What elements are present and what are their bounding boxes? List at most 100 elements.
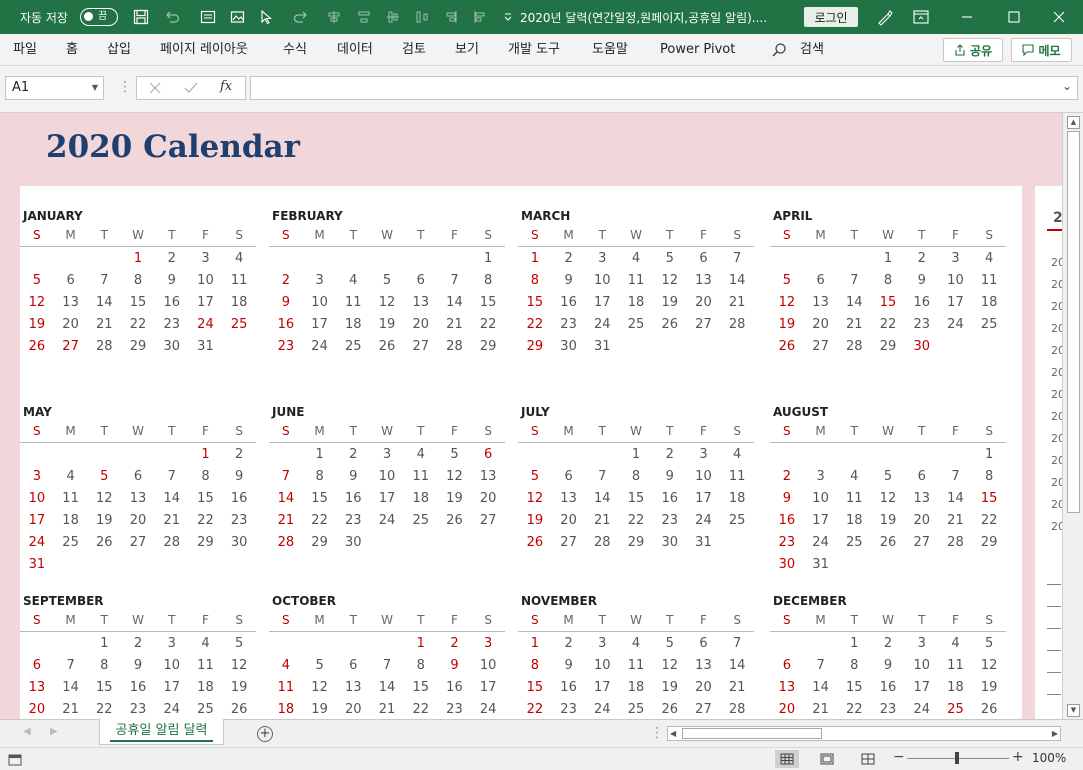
day-cell[interactable]: 18	[720, 488, 754, 510]
day-cell[interactable]: 24	[303, 336, 337, 358]
day-cell[interactable]: 27	[471, 510, 505, 532]
day-cell[interactable]: 6	[687, 248, 721, 270]
menu-insert[interactable]: 삽입	[107, 34, 131, 65]
zoom-level[interactable]: 100%	[1032, 751, 1066, 765]
day-cell[interactable]: 12	[438, 466, 472, 488]
insert-function-icon[interactable]: fx	[220, 79, 232, 94]
day-cell[interactable]: 27	[905, 532, 939, 554]
day-cell[interactable]: 10	[155, 655, 189, 677]
day-cell[interactable]: 5	[770, 270, 804, 292]
day-cell[interactable]: 6	[20, 655, 54, 677]
day-cell[interactable]: 4	[404, 444, 438, 466]
day-cell[interactable]: 9	[269, 292, 303, 314]
day-cell[interactable]: 17	[905, 677, 939, 699]
day-cell[interactable]: 26	[653, 699, 687, 719]
menu-data[interactable]: 데이터	[337, 34, 373, 65]
day-cell[interactable]: 2	[871, 633, 905, 655]
day-cell[interactable]: 15	[518, 292, 552, 314]
day-cell[interactable]: 5	[20, 270, 54, 292]
day-cell[interactable]: 21	[585, 510, 619, 532]
day-cell[interactable]: 16	[653, 488, 687, 510]
day-cell[interactable]: 7	[87, 270, 121, 292]
day-cell[interactable]: 12	[370, 292, 404, 314]
day-cell[interactable]: 22	[471, 314, 505, 336]
menu-power-pivot[interactable]: Power Pivot	[660, 34, 735, 65]
day-cell[interactable]: 11	[404, 466, 438, 488]
day-cell[interactable]: 24	[189, 314, 223, 336]
day-cell[interactable]: 2	[905, 248, 939, 270]
day-cell[interactable]: 16	[552, 677, 586, 699]
day-cell[interactable]: 27	[54, 336, 88, 358]
day-cell[interactable]: 2	[155, 248, 189, 270]
day-cell[interactable]: 9	[653, 466, 687, 488]
day-cell[interactable]: 9	[222, 466, 256, 488]
day-cell[interactable]: 23	[905, 314, 939, 336]
day-cell[interactable]: 29	[619, 532, 653, 554]
day-cell[interactable]: 30	[222, 532, 256, 554]
day-cell[interactable]: 7	[438, 270, 472, 292]
day-cell[interactable]: 8	[121, 270, 155, 292]
day-cell[interactable]: 22	[404, 699, 438, 719]
day-cell[interactable]: 2	[438, 633, 472, 655]
vertical-scrollbar[interactable]: ▲ ▼	[1062, 113, 1083, 719]
day-cell[interactable]: 19	[653, 677, 687, 699]
day-cell[interactable]: 16	[155, 292, 189, 314]
menu-review[interactable]: 검토	[402, 34, 426, 65]
day-cell[interactable]: 18	[222, 292, 256, 314]
day-cell[interactable]: 9	[770, 488, 804, 510]
day-cell[interactable]: 5	[87, 466, 121, 488]
day-cell[interactable]: 16	[552, 292, 586, 314]
day-cell[interactable]: 16	[438, 677, 472, 699]
day-cell[interactable]: 4	[619, 248, 653, 270]
day-cell[interactable]: 21	[804, 699, 838, 719]
day-cell[interactable]: 10	[303, 292, 337, 314]
day-cell[interactable]: 26	[871, 532, 905, 554]
day-cell[interactable]: 27	[121, 532, 155, 554]
day-cell[interactable]: 3	[303, 270, 337, 292]
day-cell[interactable]: 11	[269, 677, 303, 699]
day-cell[interactable]: 20	[687, 292, 721, 314]
day-cell[interactable]: 28	[585, 532, 619, 554]
day-cell[interactable]: 4	[54, 466, 88, 488]
day-cell[interactable]: 13	[471, 466, 505, 488]
day-cell[interactable]: 17	[471, 677, 505, 699]
day-cell[interactable]: 26	[370, 336, 404, 358]
day-cell[interactable]: 14	[269, 488, 303, 510]
day-cell[interactable]: 5	[518, 466, 552, 488]
day-cell[interactable]: 14	[438, 292, 472, 314]
day-cell[interactable]: 8	[87, 655, 121, 677]
day-cell[interactable]: 23	[653, 510, 687, 532]
save-icon[interactable]	[130, 0, 152, 34]
day-cell[interactable]: 18	[54, 510, 88, 532]
day-cell[interactable]: 21	[155, 510, 189, 532]
day-cell[interactable]: 9	[336, 466, 370, 488]
day-cell[interactable]: 16	[121, 677, 155, 699]
day-cell[interactable]: 8	[471, 270, 505, 292]
day-cell[interactable]: 23	[552, 314, 586, 336]
day-cell[interactable]: 14	[585, 488, 619, 510]
search-label[interactable]: 검색	[800, 34, 824, 65]
day-cell[interactable]: 17	[189, 292, 223, 314]
day-cell[interactable]: 6	[404, 270, 438, 292]
day-cell[interactable]: 20	[905, 510, 939, 532]
comments-button[interactable]: 메모	[1011, 38, 1072, 62]
day-cell[interactable]: 18	[269, 699, 303, 719]
day-cell[interactable]: 20	[404, 314, 438, 336]
day-cell[interactable]: 2	[121, 633, 155, 655]
day-cell[interactable]: 6	[687, 633, 721, 655]
day-cell[interactable]: 13	[404, 292, 438, 314]
day-cell[interactable]: 10	[939, 270, 973, 292]
day-cell[interactable]: 21	[87, 314, 121, 336]
day-cell[interactable]: 28	[720, 699, 754, 719]
day-cell[interactable]: 19	[370, 314, 404, 336]
day-cell[interactable]: 14	[720, 655, 754, 677]
day-cell[interactable]: 3	[585, 248, 619, 270]
day-cell[interactable]: 27	[804, 336, 838, 358]
autosave-toggle[interactable]: 끔	[80, 8, 118, 26]
day-cell[interactable]: 25	[222, 314, 256, 336]
day-cell[interactable]: 13	[552, 488, 586, 510]
day-cell[interactable]: 3	[687, 444, 721, 466]
day-cell[interactable]: 11	[336, 292, 370, 314]
zoom-out-icon[interactable]: −	[893, 749, 905, 765]
day-cell[interactable]: 27	[404, 336, 438, 358]
